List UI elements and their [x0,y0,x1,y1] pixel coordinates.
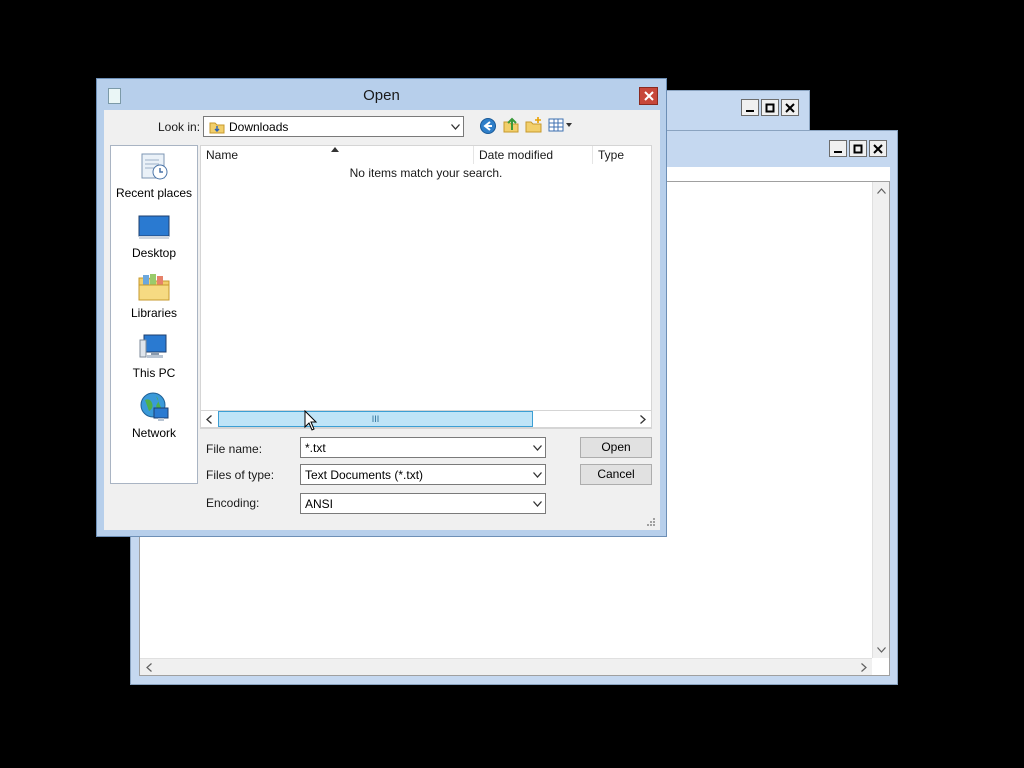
place-label: This PC [132,366,176,380]
maximize-button[interactable] [849,140,867,157]
back-icon[interactable] [479,117,497,135]
libraries-icon [138,272,170,302]
file-type-value: Text Documents (*.txt) [305,467,424,482]
chevron-down-icon[interactable] [529,444,545,451]
chevron-down-icon [529,471,545,478]
column-header-date-modified[interactable]: Date modified [474,146,593,164]
dialog-title: Open [363,87,400,104]
place-label: Network [131,426,176,440]
maximize-button[interactable] [761,99,779,116]
look-in-label: Look in: [158,120,201,134]
file-type-label: Files of type: [206,468,275,482]
minimize-button[interactable] [741,99,759,116]
this-pc-icon [138,332,170,362]
place-desktop[interactable]: Desktop [111,208,197,266]
scroll-right-icon[interactable] [635,411,651,427]
file-name-value: *.txt [305,440,326,455]
encoding-value: ANSI [305,496,334,511]
file-name-label: File name: [206,442,263,456]
minimize-button[interactable] [829,140,847,157]
close-button[interactable] [781,99,799,116]
scroll-left-icon[interactable] [201,411,217,427]
recent-places-icon [138,152,170,182]
close-icon [785,102,795,113]
close-icon [873,143,883,154]
scrollbar-thumb[interactable]: III [218,411,533,427]
place-network[interactable]: Network [111,388,197,446]
sort-ascending-icon [331,147,339,152]
desktop-icon [138,212,170,242]
file-type-combo[interactable]: Text Documents (*.txt) [300,464,546,485]
minimize-icon [834,150,842,153]
scroll-left-icon[interactable] [140,659,157,675]
place-libraries[interactable]: Libraries [111,268,197,326]
places-bar: Recent places Desktop Libraries This PC [110,145,198,484]
encoding-label: Encoding: [206,496,260,510]
background-window-small [662,90,810,132]
resize-grip-icon[interactable] [646,516,656,526]
scroll-down-icon[interactable] [873,641,889,658]
open-dialog: Open Look in: Downloads Recent places De… [96,78,667,537]
dialog-body: Look in: Downloads Recent places Desktop… [104,110,660,530]
scroll-right-icon[interactable] [855,659,872,675]
open-button[interactable]: Open [580,437,652,458]
chevron-down-icon [447,123,463,130]
network-icon [138,392,170,422]
file-name-combo[interactable]: *.txt [300,437,546,458]
close-icon [643,91,654,101]
place-label: Desktop [131,246,177,260]
scroll-up-icon[interactable] [873,182,889,199]
up-folder-icon[interactable] [502,116,520,134]
file-list-horizontal-scrollbar[interactable]: III [200,410,652,428]
cancel-button[interactable]: Cancel [580,464,652,485]
maximize-icon [765,103,775,112]
place-this-pc[interactable]: This PC [111,328,197,386]
look-in-value: Downloads [229,119,289,134]
place-recent-places[interactable]: Recent places [111,148,197,206]
column-header-type[interactable]: Type [593,146,651,164]
encoding-combo[interactable]: ANSI [300,493,546,514]
mouse-cursor-icon [304,409,318,432]
column-header-name[interactable]: Name [201,146,474,164]
file-list[interactable]: Name Date modified Type No items match y… [200,145,652,429]
horizontal-scrollbar[interactable] [140,658,872,675]
maximize-icon [853,144,863,153]
folder-downloads-icon [209,120,225,134]
place-label: Libraries [130,306,178,320]
place-label: Recent places [115,186,193,200]
new-folder-icon[interactable] [525,116,543,134]
minimize-icon [746,109,754,112]
empty-message: No items match your search. [349,166,503,180]
close-button[interactable] [869,140,887,157]
look-in-combo[interactable]: Downloads [203,116,464,137]
chevron-down-icon [529,500,545,507]
dialog-close-button[interactable] [639,87,658,105]
view-menu-icon[interactable] [548,117,574,133]
vertical-scrollbar[interactable] [872,182,889,658]
